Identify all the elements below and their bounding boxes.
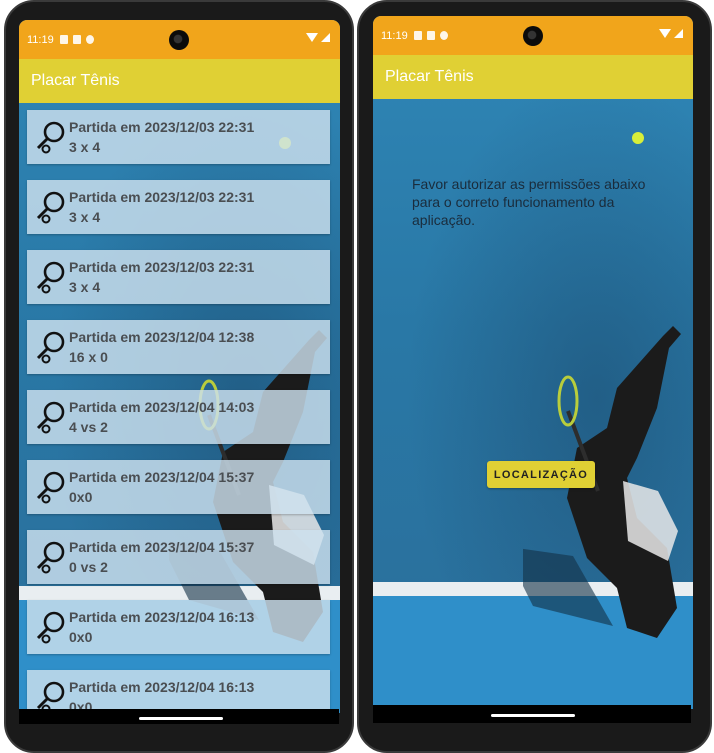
sd-card-icon: [426, 31, 435, 40]
match-list-screen: 11:19 Placar Tênis Partida em 2023/12/03…: [19, 20, 340, 713]
tennis-racket-icon: [36, 611, 65, 644]
location-permission-button[interactable]: LOCALIZAÇÃO: [487, 461, 595, 488]
match-score: 16 x 0: [69, 349, 108, 365]
front-camera: [169, 30, 189, 50]
match-item[interactable]: Partida em 2023/12/03 22:31 3 x 4: [27, 180, 330, 234]
match-title: Partida em 2023/12/04 12:38: [69, 329, 255, 345]
tennis-racket-icon: [36, 121, 65, 154]
match-score: 4 vs 2: [69, 419, 108, 435]
tennis-racket-icon: [36, 541, 65, 574]
sync-icon: [85, 35, 94, 44]
match-item[interactable]: Partida em 2023/12/04 16:13 0x0: [27, 670, 330, 713]
tennis-ball: [632, 132, 644, 144]
navigation-bar: [19, 709, 339, 724]
match-score: 3 x 4: [69, 139, 101, 155]
front-camera: [523, 26, 543, 46]
court-background: [373, 16, 693, 709]
phone-frame-right: 11:19 Placar Tênis Favor autorizar as pe…: [357, 0, 712, 753]
match-title: Partida em 2023/12/04 14:03: [69, 399, 255, 415]
match-item[interactable]: Partida em 2023/12/04 12:38 16 x 0: [27, 320, 330, 374]
match-item[interactable]: Partida em 2023/12/04 14:03 4 vs 2: [27, 390, 330, 444]
navigation-bar: [373, 705, 691, 723]
app-title: Placar Tênis: [31, 72, 120, 89]
permissions-screen: 11:19 Placar Tênis Favor autorizar as pe…: [373, 16, 693, 709]
status-time: 11:19: [381, 29, 408, 42]
notification-icon: [59, 35, 68, 44]
match-title: Partida em 2023/12/04 15:37: [69, 469, 255, 485]
status-bar: 11:19: [19, 20, 340, 59]
match-score: 0x0: [69, 629, 93, 645]
match-item[interactable]: Partida em 2023/12/04 15:37 0x0: [27, 460, 330, 514]
match-title: Partida em 2023/12/04 15:37: [69, 539, 255, 555]
sync-icon: [439, 31, 448, 40]
app-bar: Placar Tênis: [373, 55, 693, 99]
match-score: 0x0: [69, 489, 93, 505]
sd-card-icon: [72, 35, 81, 44]
match-title: Partida em 2023/12/03 22:31: [69, 259, 255, 275]
home-gesture-bar[interactable]: [139, 717, 223, 720]
signal-icon: [674, 29, 683, 38]
match-score: 3 x 4: [69, 209, 101, 225]
home-gesture-bar[interactable]: [491, 714, 575, 717]
signal-icon: [321, 33, 330, 42]
match-title: Partida em 2023/12/03 22:31: [69, 189, 255, 205]
notification-icon: [413, 31, 422, 40]
app-title: Placar Tênis: [385, 68, 474, 85]
tennis-racket-icon: [36, 471, 65, 504]
app-bar: Placar Tênis: [19, 59, 340, 103]
tennis-racket-icon: [36, 261, 65, 294]
match-score: 3 x 4: [69, 279, 101, 295]
match-item[interactable]: Partida em 2023/12/04 15:37 0 vs 2: [27, 530, 330, 584]
status-bar: 11:19: [373, 16, 693, 55]
match-item[interactable]: Partida em 2023/12/04 16:13 0x0: [27, 600, 330, 654]
wifi-icon: [306, 33, 318, 42]
match-title: Partida em 2023/12/04 16:13: [69, 679, 255, 695]
permission-message: Favor autorizar as permissões abaixo par…: [412, 176, 646, 228]
match-title: Partida em 2023/12/04 16:13: [69, 609, 255, 625]
tennis-racket-icon: [36, 191, 65, 224]
phone-frame-left: 11:19 Placar Tênis Partida em 2023/12/03…: [4, 0, 354, 753]
match-item[interactable]: Partida em 2023/12/03 22:31 3 x 4: [27, 110, 330, 164]
match-title: Partida em 2023/12/03 22:31: [69, 119, 255, 135]
tennis-racket-icon: [36, 331, 65, 364]
wifi-icon: [659, 29, 671, 38]
match-score: 0 vs 2: [69, 559, 108, 575]
player-image: [523, 326, 681, 638]
match-item[interactable]: Partida em 2023/12/03 22:31 3 x 4: [27, 250, 330, 304]
tennis-racket-icon: [36, 401, 65, 434]
status-time: 11:19: [27, 33, 54, 46]
